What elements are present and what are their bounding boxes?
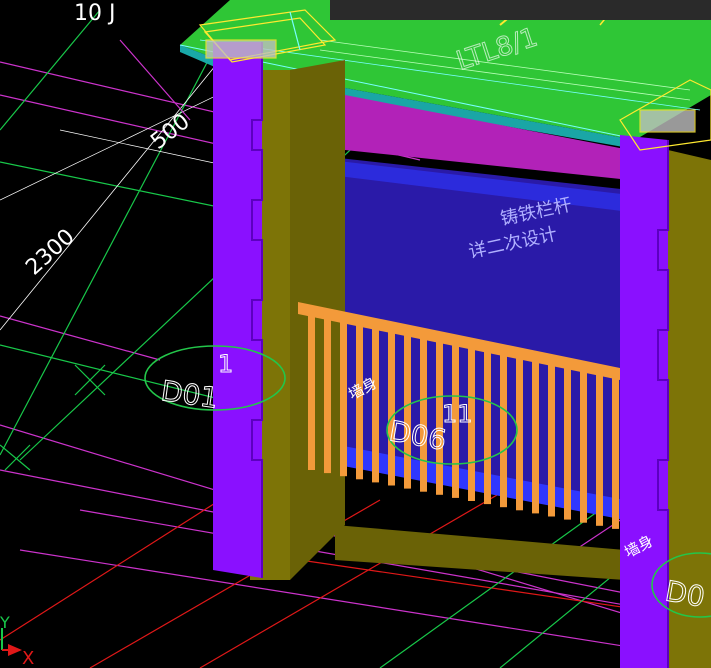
grid-tag-right-code: D0 bbox=[663, 574, 708, 613]
railing-baluster bbox=[404, 331, 411, 489]
railing-baluster bbox=[500, 351, 507, 508]
dimension-label-top: 10 J bbox=[74, 1, 115, 26]
railing-baluster bbox=[340, 318, 347, 477]
railing-baluster bbox=[388, 328, 395, 486]
railing-baluster bbox=[564, 364, 571, 520]
railing-baluster bbox=[548, 361, 555, 517]
ucs-x-label: X bbox=[22, 648, 34, 668]
railing-baluster bbox=[532, 358, 539, 514]
railing-baluster bbox=[596, 371, 603, 526]
railing-baluster bbox=[484, 348, 491, 505]
railing-baluster bbox=[612, 374, 619, 529]
railing-baluster bbox=[420, 335, 427, 492]
railing-baluster bbox=[308, 312, 315, 470]
left-column[interactable] bbox=[213, 42, 263, 578]
ucs-y-label: Y bbox=[0, 613, 10, 632]
cad-3d-viewport[interactable]: 10 J 500 2300 LTL8/1 铸铁栏杆 详二次设计 1 D01 墙身… bbox=[0, 0, 711, 668]
railing-baluster bbox=[324, 315, 331, 474]
grid-tag-left-number: 1 bbox=[218, 350, 233, 378]
railing-baluster bbox=[580, 368, 587, 523]
railing-baluster bbox=[372, 325, 379, 483]
